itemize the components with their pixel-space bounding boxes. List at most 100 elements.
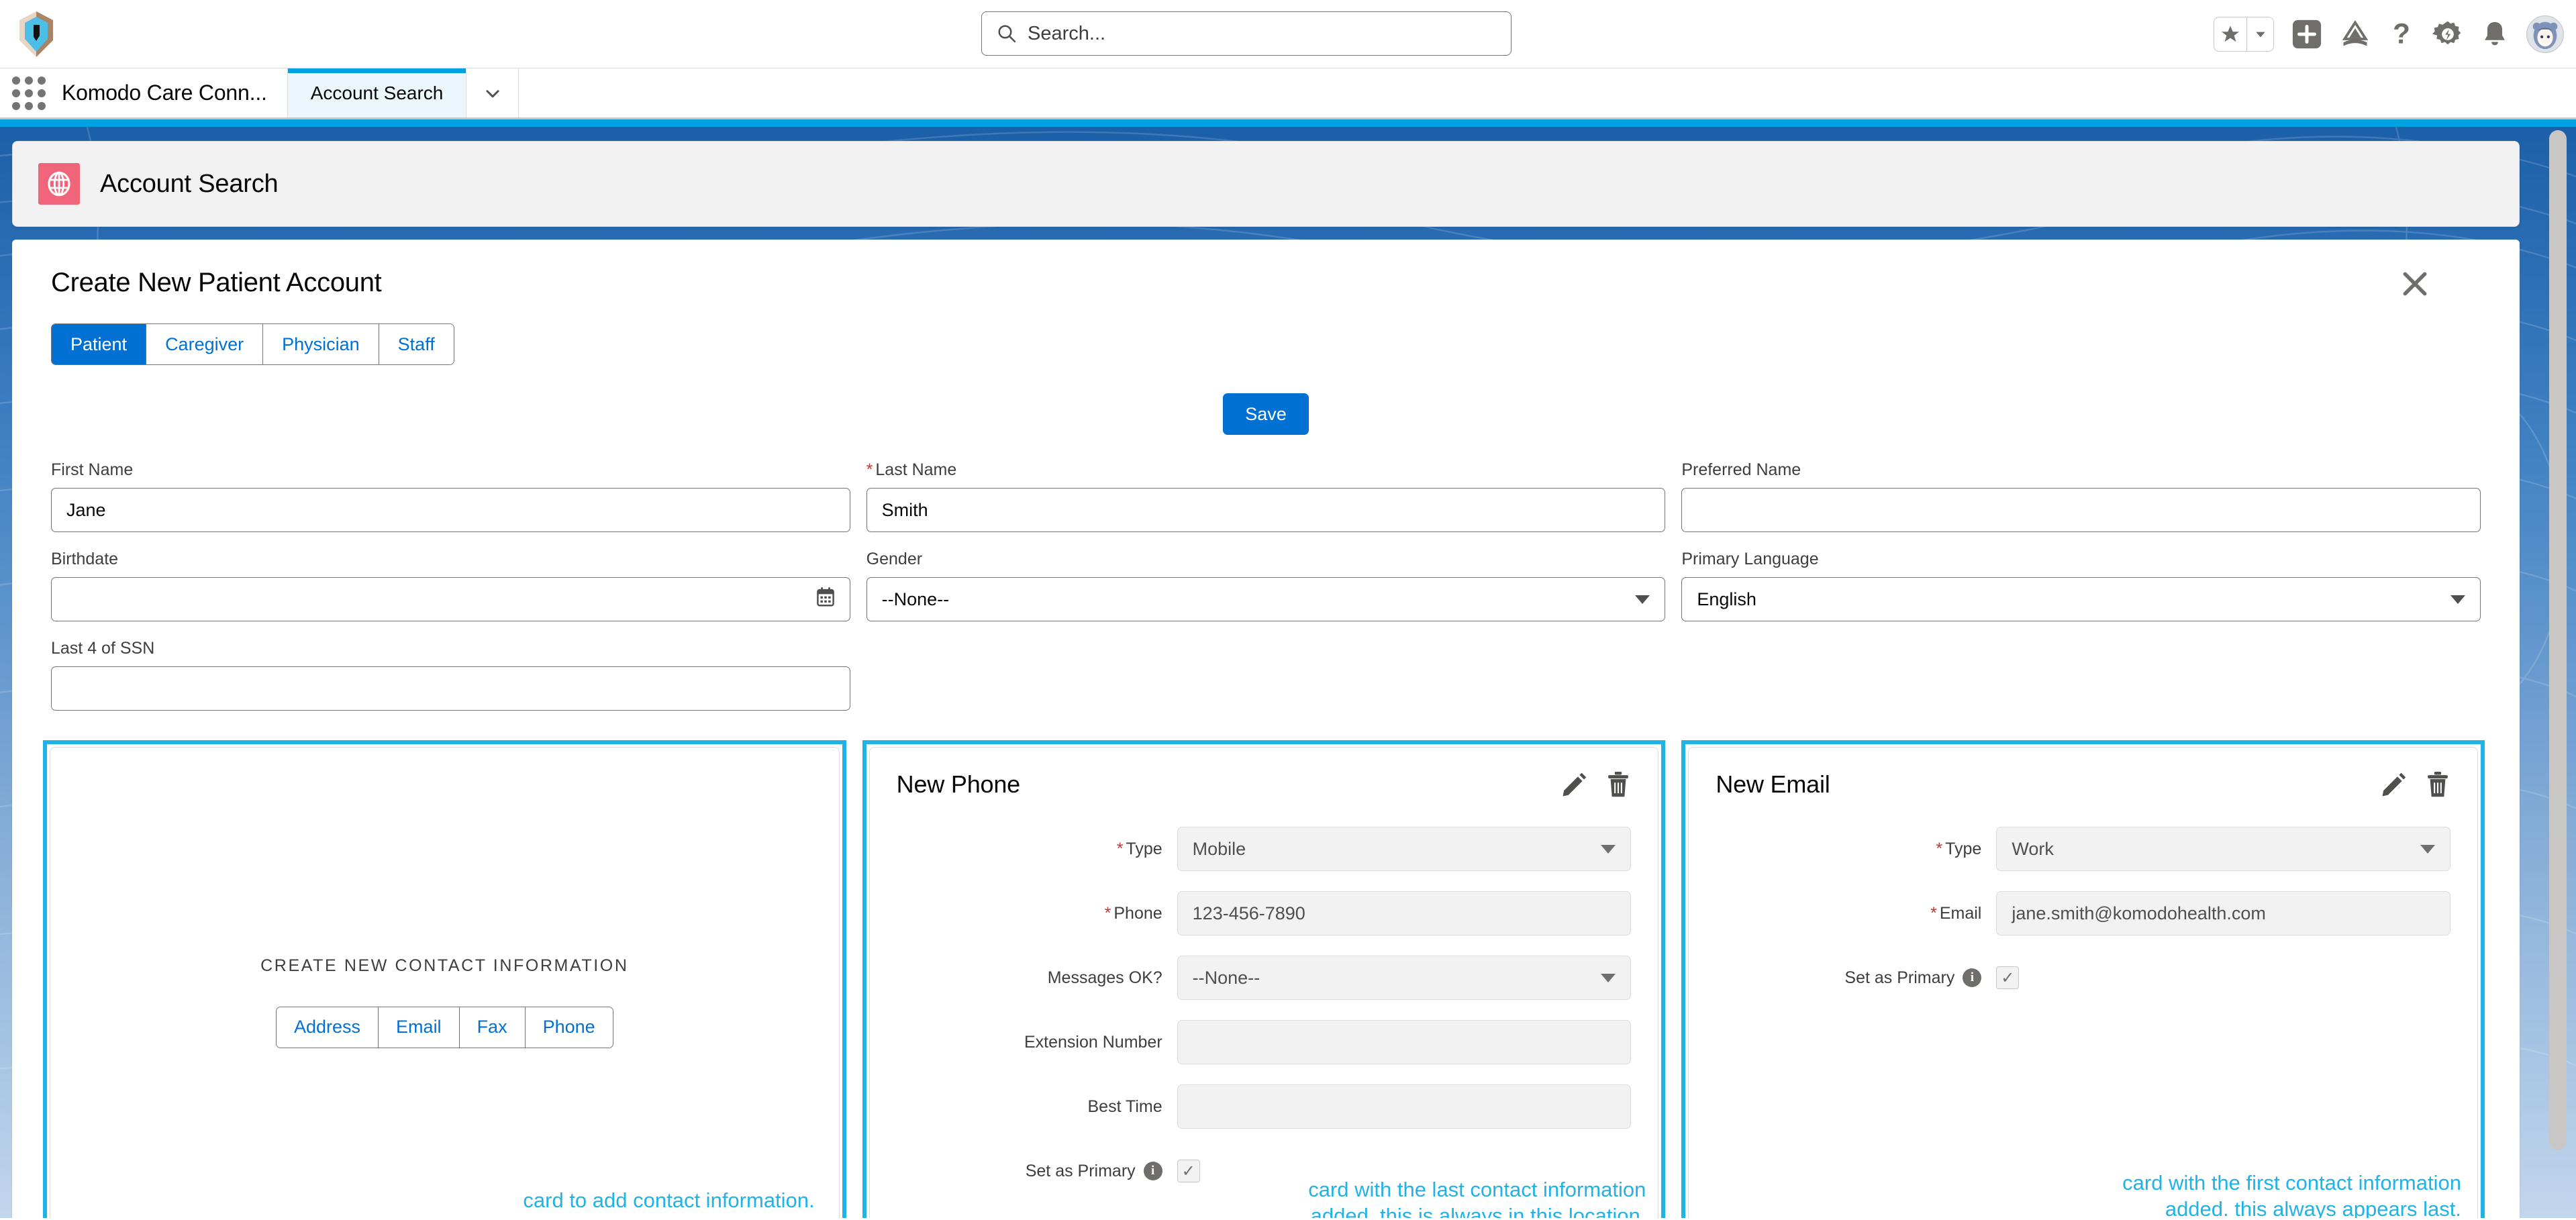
trash-icon[interactable] (2425, 770, 2450, 799)
first-name-input[interactable]: Jane (51, 488, 850, 532)
primary-language-value: English (1697, 589, 1756, 609)
email-row-email: * Email jane.smith@komodohealth.com (1716, 891, 2450, 935)
patient-form: First Name Jane * Last Name Smith Preferr… (51, 460, 2481, 711)
search-input[interactable]: Search... (981, 11, 1512, 56)
chevron-down-icon (1635, 595, 1650, 604)
birthdate-input[interactable] (51, 577, 850, 621)
app-launcher-icon[interactable] (0, 68, 58, 117)
star-icon[interactable] (2214, 17, 2246, 51)
tab-account-search[interactable]: Account Search (287, 68, 467, 117)
gender-select[interactable]: --None-- (866, 577, 1666, 621)
contact-type-button-group: Address Email Fax Phone (275, 1006, 613, 1048)
close-icon[interactable] (2391, 260, 2439, 308)
annotation-new-phone: card with the last contact information a… (1308, 1177, 1646, 1218)
phone-row-best-time: Best Time (897, 1084, 1632, 1129)
field-gender: Gender --None-- (866, 550, 1666, 621)
best-time-input[interactable] (1177, 1084, 1632, 1129)
tab-chevron-down-icon[interactable] (466, 68, 519, 117)
save-row: Save (51, 393, 2481, 435)
info-icon[interactable]: i (1963, 968, 1982, 987)
phone-number-input[interactable]: 123-456-7890 (1177, 891, 1632, 935)
phone-type-value: Mobile (1192, 838, 1246, 859)
email-type-select[interactable]: Work (1996, 827, 2450, 871)
panel-title: Create New Patient Account (51, 268, 382, 297)
preferred-name-input[interactable] (1681, 488, 2481, 532)
messages-ok-label: Messages OK? (1047, 968, 1162, 987)
last-name-input[interactable]: Smith (866, 488, 1666, 532)
new-email-title: New Email (1716, 770, 1830, 798)
svg-text:?: ? (2393, 19, 2410, 49)
calendar-icon[interactable] (816, 587, 835, 612)
last4-ssn-input[interactable] (51, 666, 850, 711)
waffle-grid (12, 76, 46, 110)
create-contact-info-title: CREATE NEW CONTACT INFORMATION (260, 956, 629, 975)
global-search[interactable]: Search... (981, 11, 1512, 56)
messages-ok-value: --None-- (1192, 967, 1260, 988)
primary-language-select[interactable]: English (1681, 577, 2481, 621)
record-type-caregiver[interactable]: Caregiver (146, 324, 264, 364)
pencil-icon[interactable] (2379, 770, 2408, 799)
vertical-scrollbar[interactable] (2549, 130, 2567, 1150)
email-address-input[interactable]: jane.smith@komodohealth.com (1996, 891, 2450, 935)
pencil-icon[interactable] (1560, 770, 1588, 799)
globe-icon (38, 163, 80, 205)
first-name-label: First Name (51, 460, 134, 479)
record-type-staff[interactable]: Staff (379, 324, 454, 364)
add-email-button[interactable]: Email (379, 1007, 460, 1048)
phone-number-label-text: Phone (1113, 903, 1162, 923)
annotation-box-new-phone: New Phone * Type Mobile * Phone 123-456-… (862, 740, 1666, 1218)
phone-type-label: * Type (897, 840, 1162, 859)
extension-number-input[interactable] (1177, 1020, 1632, 1064)
chevron-down-icon (2420, 844, 2435, 854)
last4-ssn-label: Last 4 of SSN (51, 639, 155, 658)
new-phone-title: New Phone (896, 770, 1021, 798)
add-address-button[interactable]: Address (276, 1007, 379, 1048)
komodo-logo-icon (19, 11, 53, 57)
favorites-group[interactable] (2214, 17, 2274, 52)
required-asterisk: * (1930, 903, 1937, 923)
annotation-box-new-email: New Email * Type Work * Email jane.smith… (1681, 740, 2485, 1218)
save-button[interactable]: Save (1223, 393, 1309, 435)
required-asterisk: * (1936, 839, 1943, 858)
preferred-name-label: Preferred Name (1681, 460, 1801, 479)
phone-set-primary-checkbox[interactable]: ✓ (1177, 1160, 1200, 1182)
contact-cards-row: CREATE NEW CONTACT INFORMATION Address E… (12, 740, 2520, 1218)
new-phone-fields: * Type Mobile * Phone 123-456-7890 Messa… (897, 827, 1632, 1193)
setup-gear-icon[interactable] (2432, 19, 2463, 50)
birthdate-label: Birthdate (51, 550, 119, 568)
info-icon[interactable]: i (1143, 1162, 1162, 1180)
phone-type-label-text: Type (1126, 839, 1162, 858)
email-type-label: * Type (1716, 840, 1981, 859)
messages-ok-select[interactable]: --None-- (1177, 956, 1632, 1000)
email-row-type: * Type Work (1716, 827, 2450, 871)
nav-tabs: Account Search (287, 68, 467, 117)
phone-row-type: * Type Mobile (897, 827, 1632, 871)
extension-number-label: Extension Number (1024, 1032, 1162, 1052)
page-title: Account Search (100, 169, 279, 198)
last-name-label: * Last Name (866, 460, 1666, 480)
chevron-down-icon (1601, 973, 1616, 982)
new-plus-icon[interactable] (2291, 19, 2322, 50)
phone-set-primary-label-text: Set as Primary (1025, 1161, 1136, 1180)
email-set-primary-control: ✓ (1996, 966, 2450, 989)
record-type-physician[interactable]: Physician (263, 324, 379, 364)
app-name[interactable]: Komodo Care Conn... (58, 68, 287, 117)
notifications-bell-icon[interactable] (2481, 19, 2509, 50)
create-patient-panel: Create New Patient Account Patient Careg… (12, 240, 2520, 1218)
email-set-primary-checkbox[interactable]: ✓ (1996, 966, 2020, 989)
phone-type-select[interactable]: Mobile (1177, 827, 1632, 871)
phone-row-phone: * Phone 123-456-7890 (897, 891, 1632, 935)
record-type-patient[interactable]: Patient (52, 324, 147, 364)
add-fax-button[interactable]: Fax (459, 1007, 526, 1048)
trash-icon[interactable] (1605, 770, 1631, 799)
trailhead-icon[interactable] (2340, 20, 2371, 48)
help-question-icon[interactable]: ? (2388, 19, 2415, 50)
user-avatar[interactable] (2526, 15, 2564, 53)
email-set-primary-label: Set as Primary i (1716, 968, 1982, 988)
gender-label: Gender (866, 550, 923, 568)
nav-bar: Komodo Care Conn... Account Search (0, 68, 2576, 119)
annotation-box-create-contact: CREATE NEW CONTACT INFORMATION Address E… (43, 740, 846, 1218)
add-phone-button[interactable]: Phone (525, 1007, 613, 1048)
chevron-down-icon[interactable] (2246, 17, 2273, 51)
komodo-logo[interactable] (0, 0, 72, 68)
